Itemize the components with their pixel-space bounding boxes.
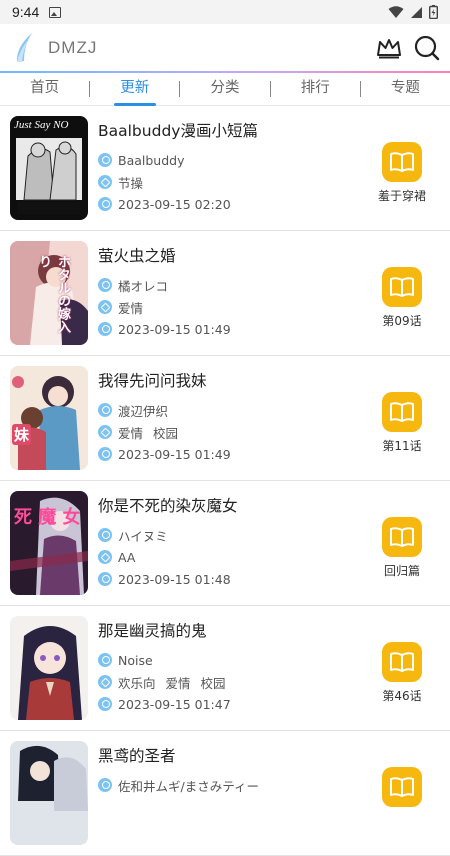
read-latest-button[interactable]: 第09话	[368, 267, 436, 329]
battery-icon	[429, 5, 438, 19]
comic-title[interactable]: 我得先问问我妹	[98, 369, 370, 393]
comic-author: 橘オレコ	[98, 274, 370, 296]
clock-icon	[98, 197, 112, 211]
tag-icon	[98, 550, 112, 564]
comic-tags: AA	[98, 546, 370, 568]
image-notification-icon	[49, 6, 62, 18]
comic-cover[interactable]: 死 魔 女	[10, 491, 88, 595]
comic-update-time: 2023-09-15 01:49	[98, 318, 370, 340]
comic-title[interactable]: 萤火虫之婚	[98, 244, 370, 268]
comic-author: 渡辺伊织	[98, 399, 370, 421]
tag-icon	[98, 300, 112, 314]
search-icon[interactable]	[414, 35, 440, 61]
crown-icon[interactable]	[376, 37, 402, 59]
comic-update-time: 2023-09-15 01:49	[98, 443, 370, 465]
comic-tags: 欢乐向 爱情 校园	[98, 671, 370, 693]
comic-tags: 爱情	[98, 296, 370, 318]
comic-info: Baalbuddy漫画小短篇 Baalbuddy 节操 2023-09-15 0…	[98, 119, 370, 215]
comic-info: 萤火虫之婚 橘オレコ 爱情 2023-09-15 01:49	[98, 244, 370, 340]
latest-chapter-label: 羞于穿裙	[377, 189, 426, 203]
logo-feather-icon	[16, 33, 32, 62]
wifi-icon	[388, 5, 404, 18]
tab-ranking[interactable]: 排行	[271, 73, 360, 106]
cover-title-text: 妹	[12, 424, 32, 445]
comic-info: 我得先问问我妹 渡辺伊织 爱情 校园 2023-09-15 01:49	[98, 369, 370, 465]
latest-chapter-label: 第46话	[382, 689, 422, 703]
comic-author: 佐和井ムギ/まさみティー	[98, 774, 370, 796]
tag-icon	[98, 425, 112, 439]
tab-categories[interactable]: 分类	[180, 73, 269, 106]
author-icon	[98, 528, 112, 542]
author-icon	[98, 278, 112, 292]
open-book-icon	[382, 517, 422, 557]
latest-chapter-label: 回归篇	[383, 564, 420, 578]
author-icon	[98, 653, 112, 667]
clock-icon	[98, 322, 112, 336]
read-latest-button[interactable]: 第11话	[368, 392, 436, 454]
cover-title-text: Just Say NO	[14, 119, 69, 131]
cover-title-text: 死 魔 女	[14, 507, 81, 528]
open-book-icon	[382, 267, 422, 307]
comic-cover[interactable]: ホタルの嫁入り	[10, 241, 88, 345]
comic-info: 你是不死的染灰魔女 ハイヌミ AA 2023-09-15 01:48	[98, 494, 370, 590]
comic-update-time: 2023-09-15 01:48	[98, 568, 370, 590]
comic-list-item[interactable]: ホタルの嫁入り 萤火虫之婚 橘オレコ 爱情 2023-09-15 01:49 第…	[0, 231, 450, 356]
latest-chapter-label: 第09话	[382, 314, 422, 328]
open-book-icon	[382, 642, 422, 682]
tag-icon	[98, 175, 112, 189]
read-latest-button[interactable]: 第46话	[368, 642, 436, 704]
comic-cover[interactable]	[10, 741, 88, 845]
comic-info: 那是幽灵搞的鬼 Noise 欢乐向 爱情 校园 2023-09-15 01:47	[98, 619, 370, 715]
app-header: DMZJ	[0, 24, 450, 72]
tab-topics[interactable]: 专题	[361, 73, 450, 106]
open-book-icon	[382, 767, 422, 807]
comic-update-time: 2023-09-15 01:47	[98, 693, 370, 715]
status-time: 9:44	[12, 4, 40, 20]
comic-info: 黑鸢的圣者 佐和井ムギ/まさみティー	[98, 744, 370, 796]
open-book-icon	[382, 142, 422, 182]
app-title: DMZJ	[48, 38, 98, 57]
comic-cover[interactable]: Just Say NO	[10, 116, 88, 220]
comic-title[interactable]: 黑鸢的圣者	[98, 744, 370, 768]
comic-list-item[interactable]: 妹 我得先问问我妹 渡辺伊织 爱情 校园 2023-09-15 01:49 第11…	[0, 356, 450, 481]
author-icon	[98, 153, 112, 167]
tab-home[interactable]: 首页	[0, 73, 89, 106]
comic-author: Noise	[98, 649, 370, 671]
comic-list-item[interactable]: 那是幽灵搞的鬼 Noise 欢乐向 爱情 校园 2023-09-15 01:47 第…	[0, 606, 450, 731]
comic-list-item[interactable]: 死 魔 女 你是不死的染灰魔女 ハイヌミ AA 2023-09-15 01:48…	[0, 481, 450, 606]
comic-title[interactable]: Baalbuddy漫画小短篇	[98, 119, 370, 143]
read-latest-button[interactable]	[368, 767, 436, 807]
comic-update-list: Just Say NO Baalbuddy漫画小短篇 Baalbuddy 节操 …	[0, 106, 450, 856]
comic-list-item[interactable]: 黑鸢的圣者 佐和井ムギ/まさみティー	[0, 731, 450, 856]
comic-update-time: 2023-09-15 02:20	[98, 193, 370, 215]
clock-icon	[98, 447, 112, 461]
status-bar: 9:44	[0, 0, 450, 24]
read-latest-button[interactable]: 回归篇	[368, 517, 436, 579]
comic-title[interactable]: 那是幽灵搞的鬼	[98, 619, 370, 643]
cover-title-text: ホタルの嫁入り	[36, 255, 70, 333]
comic-tags: 爱情 校园	[98, 421, 370, 443]
clock-icon	[98, 697, 112, 711]
signal-icon	[411, 6, 422, 18]
read-latest-button[interactable]: 羞于穿裙	[368, 142, 436, 204]
comic-cover[interactable]	[10, 616, 88, 720]
tab-updates[interactable]: 更新	[90, 73, 179, 106]
clock-icon	[98, 572, 112, 586]
author-icon	[98, 403, 112, 417]
nav-tabs: 首页 更新 分类 排行 专题	[0, 73, 450, 106]
open-book-icon	[382, 392, 422, 432]
comic-tags: 节操	[98, 171, 370, 193]
author-icon	[98, 778, 112, 792]
comic-title[interactable]: 你是不死的染灰魔女	[98, 494, 370, 518]
comic-cover[interactable]: 妹	[10, 366, 88, 470]
comic-list-item[interactable]: Just Say NO Baalbuddy漫画小短篇 Baalbuddy 节操 …	[0, 106, 450, 231]
tag-icon	[98, 675, 112, 689]
comic-author: Baalbuddy	[98, 149, 370, 171]
latest-chapter-label: 第11话	[382, 439, 422, 453]
comic-author: ハイヌミ	[98, 524, 370, 546]
